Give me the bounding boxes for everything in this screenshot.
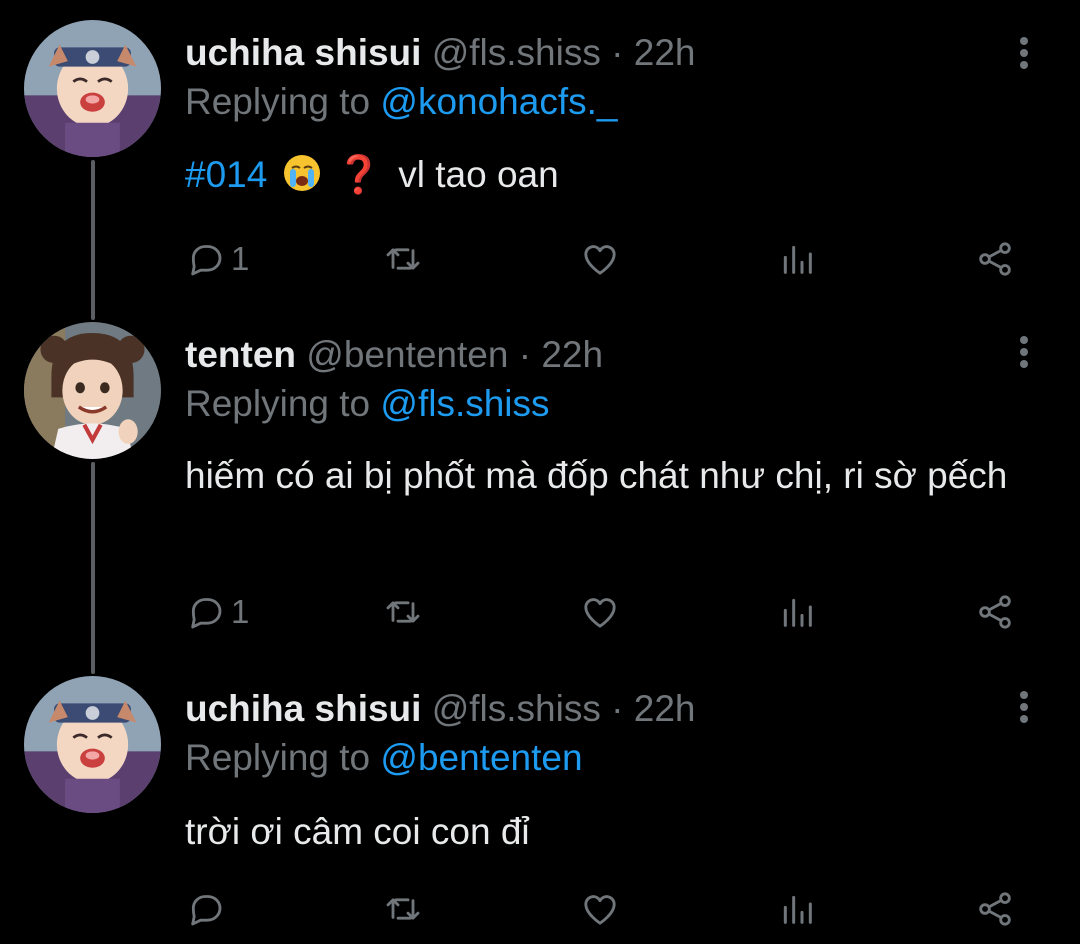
dot [1020, 703, 1028, 711]
reply-icon [191, 598, 222, 629]
reply-icon [191, 245, 222, 276]
replying-prefix: Replying to [185, 737, 371, 778]
tweet-body: vl tao oan [398, 154, 559, 195]
tweet-header: tenten @bententen · 22h [185, 329, 603, 381]
share-icon [979, 242, 1011, 276]
mention-link[interactable]: @konohacfs._ [380, 81, 617, 122]
mention-link[interactable]: @fls.shiss [380, 383, 549, 424]
heart-icon [584, 895, 616, 925]
views-icon [783, 895, 812, 924]
replying-to: Replying to @bententen [185, 733, 583, 783]
dot [1020, 360, 1028, 368]
retweet-button[interactable] [383, 587, 423, 637]
reply-icon [191, 895, 222, 926]
timestamp[interactable]: 22h [634, 688, 696, 729]
tweet-header: uchiha shisui @fls.shiss · 22h [185, 27, 695, 79]
share-button[interactable] [975, 587, 1015, 637]
avatar-image [24, 676, 161, 813]
crying-face-emoji [283, 155, 320, 191]
share-icon [979, 595, 1011, 629]
tweet-text: #014 ❓ vl tao oan [185, 146, 1025, 204]
tweet-text: hiếm có ai bị phốt mà đốp chát như chị, … [185, 447, 1025, 505]
reply-button[interactable] [185, 884, 231, 934]
dot [1020, 715, 1028, 723]
avatar[interactable] [24, 20, 161, 157]
dot [1020, 336, 1028, 344]
action-bar: 1 [185, 234, 1035, 284]
views-button[interactable] [777, 234, 817, 284]
reply-button[interactable]: 1 [185, 234, 249, 284]
avatar[interactable] [24, 322, 161, 459]
avatar-image [24, 322, 161, 459]
thread-line [91, 160, 95, 320]
tweet-body: hiếm có ai bị phốt mà đốp chát như chị, … [185, 455, 1008, 496]
retweet-button[interactable] [383, 234, 423, 284]
display-name[interactable]: uchiha shisui [185, 688, 421, 729]
action-bar [185, 884, 1035, 934]
retweet-button[interactable] [383, 884, 423, 934]
handle[interactable]: @fls.shiss [432, 32, 601, 73]
retweet-icon [386, 248, 420, 270]
reply-count: 1 [231, 593, 250, 630]
thread-line [91, 462, 95, 674]
separator: · [611, 32, 624, 73]
handle[interactable]: @fls.shiss [432, 688, 601, 729]
views-icon [783, 245, 812, 274]
more-options-button[interactable] [1012, 685, 1036, 729]
share-button[interactable] [975, 884, 1015, 934]
question-emoji: ❓ [335, 154, 382, 195]
avatar-image [24, 20, 161, 157]
more-options-button[interactable] [1012, 330, 1036, 374]
reply-count: 1 [231, 240, 250, 277]
retweet-icon [386, 898, 420, 920]
dot [1020, 61, 1028, 69]
mention-link[interactable]: @bententen [380, 737, 582, 778]
hashtag-link[interactable]: #014 [185, 154, 267, 195]
like-button[interactable] [580, 587, 620, 637]
tweet-header: uchiha shisui @fls.shiss · 22h [185, 683, 695, 735]
separator: · [611, 688, 624, 729]
display-name[interactable]: tenten [185, 334, 296, 375]
avatar[interactable] [24, 676, 161, 813]
heart-icon [584, 598, 616, 628]
like-button[interactable] [580, 234, 620, 284]
replying-prefix: Replying to [185, 81, 371, 122]
replying-to: Replying to @fls.shiss [185, 379, 550, 429]
replying-to: Replying to @konohacfs._ [185, 77, 617, 127]
reply-button[interactable]: 1 [185, 587, 249, 637]
dot [1020, 348, 1028, 356]
views-button[interactable] [777, 587, 817, 637]
dot [1020, 49, 1028, 57]
share-button[interactable] [975, 234, 1015, 284]
replying-prefix: Replying to [185, 383, 371, 424]
separator: · [518, 334, 532, 375]
retweet-icon [386, 601, 420, 623]
display-name[interactable]: uchiha shisui [185, 32, 421, 73]
views-button[interactable] [777, 884, 817, 934]
tweet-text: trời ơi câm coi con đỉ [185, 803, 1025, 861]
share-icon [979, 892, 1011, 926]
timestamp[interactable]: 22h [634, 32, 696, 73]
more-options-button[interactable] [1012, 31, 1036, 75]
heart-icon [584, 245, 616, 275]
handle[interactable]: @bententen [306, 334, 508, 375]
dot [1020, 37, 1028, 45]
dot [1020, 691, 1028, 699]
like-button[interactable] [580, 884, 620, 934]
views-icon [783, 598, 812, 627]
timestamp[interactable]: 22h [541, 334, 603, 375]
tweet-body: trời ơi câm coi con đỉ [185, 811, 530, 852]
action-bar: 1 [185, 587, 1035, 637]
